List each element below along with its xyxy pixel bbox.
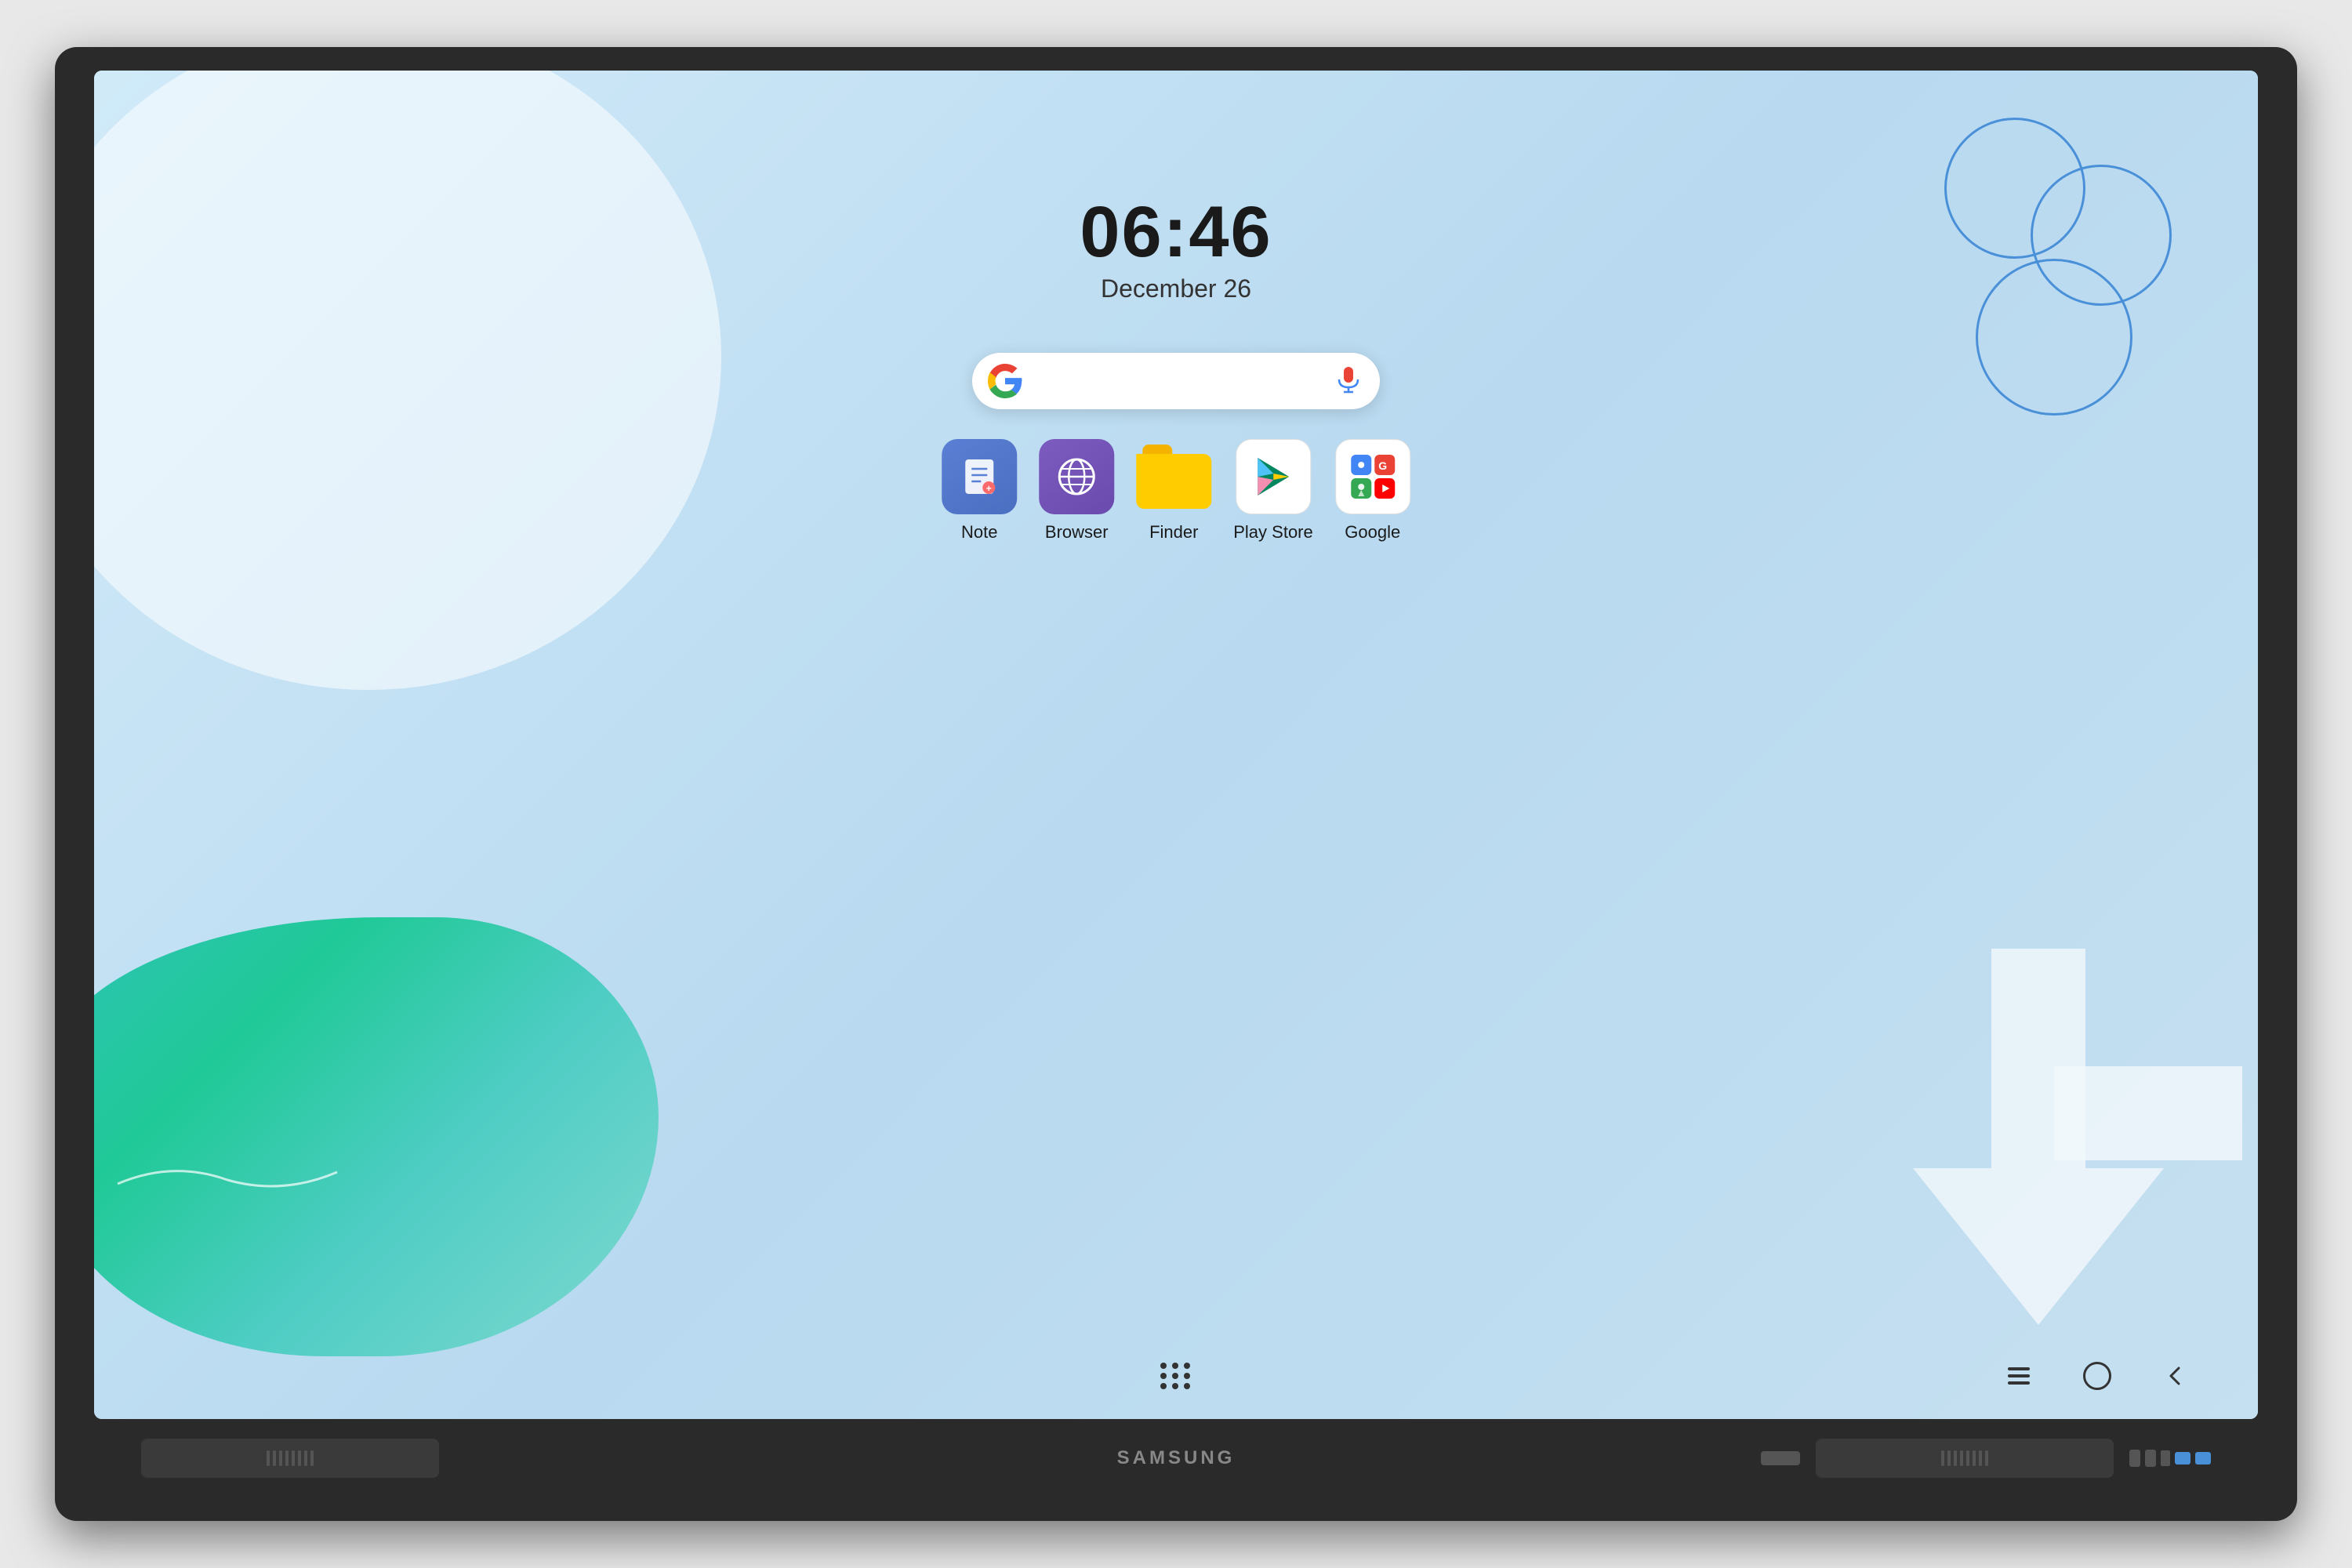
dot [1160, 1363, 1167, 1369]
google-g-logo [988, 364, 1022, 398]
dot [1160, 1383, 1167, 1389]
speaker-grille-left [267, 1450, 314, 1466]
browser-label: Browser [1045, 522, 1109, 543]
speaker-dot [298, 1450, 301, 1466]
clock-date: December 26 [1080, 274, 1272, 303]
tv-frame: 06:46 December 26 [55, 47, 2297, 1521]
dot [1184, 1383, 1190, 1389]
google-folder-grid: G [1351, 455, 1395, 499]
playstore-svg [1251, 455, 1295, 499]
line-bar [2008, 1381, 2030, 1385]
port-hdmi-2 [2145, 1450, 2156, 1467]
dot [1172, 1383, 1178, 1389]
home-button[interactable] [2078, 1356, 2117, 1396]
power-button-bezel[interactable] [1761, 1451, 1800, 1465]
svg-text:+: + [986, 483, 992, 494]
deco-circle-3 [1976, 259, 2132, 416]
dot [1184, 1363, 1190, 1369]
app-drawer-button[interactable] [1154, 1356, 1198, 1396]
ports-area [2129, 1450, 2211, 1467]
brand-name: SAMSUNG [1117, 1447, 1236, 1469]
line-bar [2008, 1367, 2030, 1370]
port-usb-blue [2175, 1452, 2190, 1465]
browser-icon [1039, 439, 1114, 514]
speaker-dot [279, 1450, 282, 1466]
app-item-finder[interactable]: Finder [1136, 439, 1211, 543]
speaker-dot [273, 1450, 276, 1466]
dot [1184, 1373, 1190, 1379]
back-icon [2165, 1365, 2187, 1387]
search-bar[interactable] [972, 353, 1380, 409]
speaker-dot [310, 1450, 314, 1466]
google-label: Google [1345, 522, 1400, 543]
finder-icon [1136, 439, 1211, 514]
speaker-left [141, 1439, 439, 1478]
browser-svg [1053, 453, 1100, 500]
recents-icon [2008, 1367, 2030, 1385]
speaker-dot [1941, 1450, 1944, 1466]
maps-mini [1351, 478, 1371, 499]
recents-button[interactable] [1999, 1356, 2038, 1396]
speaker-dot [304, 1450, 307, 1466]
speaker-dot [1985, 1450, 1988, 1466]
note-icon: + [942, 439, 1017, 514]
nav-right [1198, 1356, 2195, 1396]
decorative-circles [1929, 118, 2195, 447]
microphone-svg [1337, 367, 1360, 395]
speaker-dot [1960, 1450, 1963, 1466]
mic-icon[interactable] [1333, 365, 1364, 397]
tv-screen: 06:46 December 26 [94, 71, 2258, 1419]
port-hdmi [2129, 1450, 2140, 1467]
note-svg: + [957, 455, 1001, 499]
speaker-dot [1947, 1450, 1951, 1466]
youtube-mini [1374, 478, 1395, 499]
app-row: + Note Browser [942, 439, 1410, 543]
port-usb [2161, 1450, 2170, 1466]
back-button[interactable] [2156, 1356, 2195, 1396]
arrow-decoration [1835, 949, 2242, 1356]
clock-area: 06:46 December 26 [1080, 196, 1272, 303]
home-icon [2083, 1362, 2111, 1390]
finder-label: Finder [1149, 522, 1198, 543]
dot [1160, 1373, 1167, 1379]
app-item-google[interactable]: G Google [1335, 439, 1410, 543]
speaker-dot [292, 1450, 295, 1466]
google-mini: G [1374, 455, 1395, 475]
port-usb-blue-2 [2195, 1452, 2211, 1465]
speaker-dot [1979, 1450, 1982, 1466]
tv-bottom-bezel: SAMSUNG [94, 1419, 2258, 1497]
google-folder-icon: G [1335, 439, 1410, 514]
speaker-dot [1966, 1450, 1969, 1466]
speaker-grille-right [1941, 1450, 1988, 1466]
speaker-dot [285, 1450, 289, 1466]
playstore-icon [1236, 439, 1311, 514]
speaker-dot [267, 1450, 270, 1466]
playstore-label: Play Store [1233, 522, 1313, 543]
clock-time: 06:46 [1080, 196, 1272, 268]
note-label: Note [961, 522, 997, 543]
svg-text:G: G [1378, 459, 1387, 472]
app-item-note[interactable]: + Note [942, 439, 1017, 543]
app-item-browser[interactable]: Browser [1039, 439, 1114, 543]
dot [1172, 1373, 1178, 1379]
bottom-nav [94, 1356, 2258, 1396]
speaker-dot [1973, 1450, 1976, 1466]
app-item-playstore[interactable]: Play Store [1233, 439, 1313, 543]
speaker-right [1816, 1439, 2114, 1478]
dot [1172, 1363, 1178, 1369]
wavy-line-svg [110, 1152, 345, 1200]
chrome-mini [1351, 455, 1371, 475]
line-bar [2008, 1374, 2030, 1377]
speaker-dot [1954, 1450, 1957, 1466]
